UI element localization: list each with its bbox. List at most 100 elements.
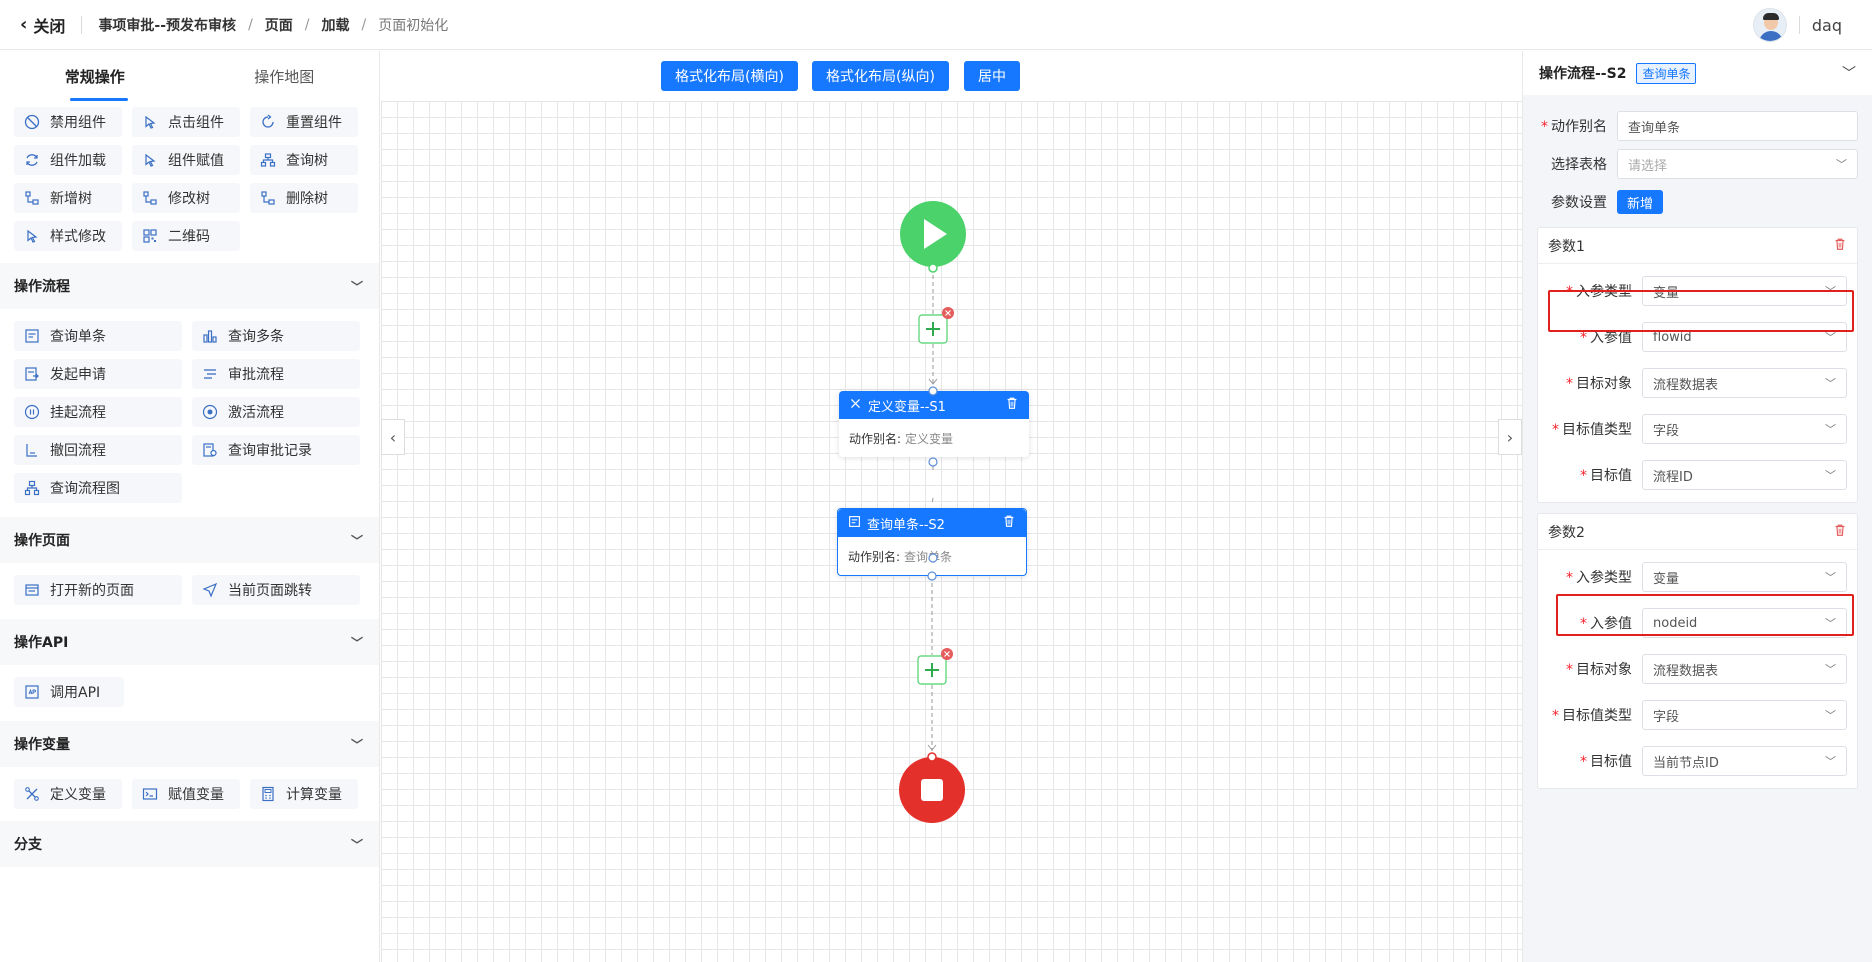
- activate-icon: [202, 404, 218, 420]
- chevron-down-icon: ﹀: [1825, 755, 1836, 768]
- add-step-button[interactable]: [917, 648, 953, 685]
- section-api-ops[interactable]: 操作API ﹀: [0, 619, 379, 665]
- action-item[interactable]: 二维码: [132, 221, 240, 251]
- add-step-button[interactable]: [918, 307, 954, 344]
- flow-canvas[interactable]: 格式化布局(横向) 格式化布局(纵向) 居中 定义变量--S1 动作别名: 定义…: [381, 51, 1522, 962]
- start-node[interactable]: [900, 201, 966, 273]
- panel-body: * 动作别名 查询单条 选择表格 请选择 ﹀ 参数设置 新增 参数1 * 入参类型 变量…: [1523, 95, 1872, 962]
- action-item[interactable]: 挂起流程: [14, 397, 182, 427]
- withdraw-icon: [24, 442, 40, 458]
- chevron-down-icon: ﹀: [1825, 663, 1836, 676]
- node-alias-label: 动作别名:: [848, 549, 901, 564]
- tab-action-map[interactable]: 操作地图: [190, 51, 380, 101]
- section-flow-ops[interactable]: 操作流程 ﹀: [0, 263, 379, 309]
- action-item[interactable]: 赋值变量: [132, 779, 240, 809]
- connector-port: [928, 457, 938, 467]
- section-page-ops[interactable]: 操作页面 ﹀: [0, 517, 379, 563]
- action-item[interactable]: 调用API: [14, 677, 124, 707]
- param-card: 参数1 * 入参类型 变量 ﹀ * 入参值 flowid ﹀ * 目标对象 流程数据表 ﹀ * 目标…: [1537, 227, 1858, 503]
- style-cursor-icon: [24, 228, 40, 244]
- avatar[interactable]: [1752, 8, 1787, 42]
- table-select[interactable]: 请选择 ﹀: [1617, 149, 1858, 179]
- tree-delete-icon: [260, 190, 276, 206]
- target-type-select[interactable]: 字段 ﹀: [1642, 700, 1847, 730]
- collapse-right-panel-button[interactable]: ›: [1498, 419, 1522, 455]
- trash-icon[interactable]: [1833, 522, 1847, 542]
- flow-connectors: [899, 201, 966, 823]
- alias-row: * 动作别名 查询单条: [1537, 111, 1858, 141]
- breadcrumb-item-current: 页面初始化: [378, 17, 449, 34]
- breadcrumb-item[interactable]: 页面: [265, 15, 293, 35]
- panel-title: 操作流程--S2: [1539, 66, 1627, 82]
- action-item[interactable]: 样式修改: [14, 221, 122, 251]
- node-title: 查询单条--S2: [867, 517, 945, 533]
- chevron-down-icon[interactable]: ﹀: [1842, 63, 1856, 83]
- action-item[interactable]: 审批流程: [192, 359, 360, 389]
- target-object-select[interactable]: 流程数据表 ﹀: [1642, 368, 1847, 398]
- flow-node-s1[interactable]: 定义变量--S1 动作别名: 定义变量: [839, 391, 1029, 457]
- param-type-select[interactable]: 变量 ﹀: [1642, 276, 1847, 306]
- section-variable-ops[interactable]: 操作变量 ﹀: [0, 721, 379, 767]
- param-value-select[interactable]: flowid ﹀: [1642, 322, 1847, 352]
- target-object-select[interactable]: 流程数据表 ﹀: [1642, 654, 1847, 684]
- action-item[interactable]: 当前页面跳转: [192, 575, 360, 605]
- action-item[interactable]: 查询树: [250, 145, 358, 175]
- chevron-down-icon: ﹀: [350, 533, 363, 548]
- trash-icon[interactable]: [1833, 236, 1847, 256]
- section-branch[interactable]: 分支 ﹀: [0, 821, 379, 867]
- action-item[interactable]: 查询多条: [192, 321, 360, 351]
- connector-port: [928, 386, 938, 396]
- param-value-select[interactable]: nodeid ﹀: [1642, 608, 1847, 638]
- action-item[interactable]: 禁用组件: [14, 107, 122, 137]
- chevron-down-icon: ﹀: [350, 279, 363, 294]
- action-item[interactable]: 组件加载: [14, 145, 122, 175]
- action-item[interactable]: 新增树: [14, 183, 122, 213]
- action-type-tag: 查询单条: [1636, 62, 1697, 84]
- target-type-select[interactable]: 字段 ﹀: [1642, 414, 1847, 444]
- left-tabs: 常规操作 操作地图: [0, 51, 379, 101]
- chevron-down-icon: ﹀: [1825, 331, 1836, 344]
- action-item[interactable]: 激活流程: [192, 397, 360, 427]
- page-ops-grid: 打开新的页面 当前页面跳转: [0, 563, 379, 619]
- param-type-select[interactable]: 变量 ﹀: [1642, 562, 1847, 592]
- user-menu[interactable]: daq: [1752, 8, 1842, 42]
- add-param-button[interactable]: 新增: [1617, 190, 1664, 214]
- action-item[interactable]: 计算变量: [250, 779, 358, 809]
- terminal-icon: [142, 786, 158, 802]
- user-name[interactable]: daq: [1812, 16, 1842, 35]
- end-node[interactable]: [899, 752, 965, 823]
- trash-icon[interactable]: [1002, 514, 1016, 532]
- action-item[interactable]: 撤回流程: [14, 435, 182, 465]
- node-alias-value: 定义变量: [905, 431, 954, 446]
- action-item[interactable]: 查询单条: [14, 321, 182, 351]
- left-panel: 常规操作 操作地图 禁用组件 点击组件 重置组件 组件加载 组件赋值 查询树 新…: [0, 51, 380, 962]
- flow-node-s2[interactable]: 查询单条--S2 动作别名: 查询单条: [837, 508, 1027, 576]
- alias-input[interactable]: 查询单条: [1617, 111, 1858, 141]
- tree-edit-icon: [142, 190, 158, 206]
- close-button[interactable]: ‹ 关闭: [20, 13, 65, 37]
- chevron-right-icon: ›: [1506, 427, 1514, 447]
- action-item[interactable]: 发起申请: [14, 359, 182, 389]
- action-item[interactable]: 定义变量: [14, 779, 122, 809]
- target-value-select[interactable]: 当前节点ID ﹀: [1642, 746, 1847, 776]
- connector-port: [928, 553, 938, 563]
- target-value-select[interactable]: 流程ID ﹀: [1642, 460, 1847, 490]
- action-item[interactable]: 重置组件: [250, 107, 358, 137]
- collapse-left-panel-button[interactable]: ‹: [381, 419, 405, 455]
- action-item[interactable]: 打开新的页面: [14, 575, 182, 605]
- node-alias-label: 动作别名:: [849, 431, 902, 446]
- params-row: 参数设置 新增: [1537, 187, 1858, 217]
- trash-icon[interactable]: [1005, 396, 1019, 414]
- action-item[interactable]: 删除树: [250, 183, 358, 213]
- action-item[interactable]: 查询审批记录: [192, 435, 360, 465]
- send-icon: [202, 582, 218, 598]
- tab-common-actions[interactable]: 常规操作: [0, 51, 190, 101]
- action-item[interactable]: 修改树: [132, 183, 240, 213]
- breadcrumb-item[interactable]: 加载: [322, 15, 350, 35]
- action-item[interactable]: 查询流程图: [14, 473, 182, 503]
- action-item[interactable]: 组件赋值: [132, 145, 240, 175]
- chevron-down-icon: ﹀: [1825, 377, 1836, 390]
- action-item[interactable]: 点击组件: [132, 107, 240, 137]
- breadcrumb-item[interactable]: 事项审批--预发布审核: [98, 15, 236, 35]
- common-actions-grid: 禁用组件 点击组件 重置组件 组件加载 组件赋值 查询树 新增树 修改树 删除树…: [0, 101, 379, 263]
